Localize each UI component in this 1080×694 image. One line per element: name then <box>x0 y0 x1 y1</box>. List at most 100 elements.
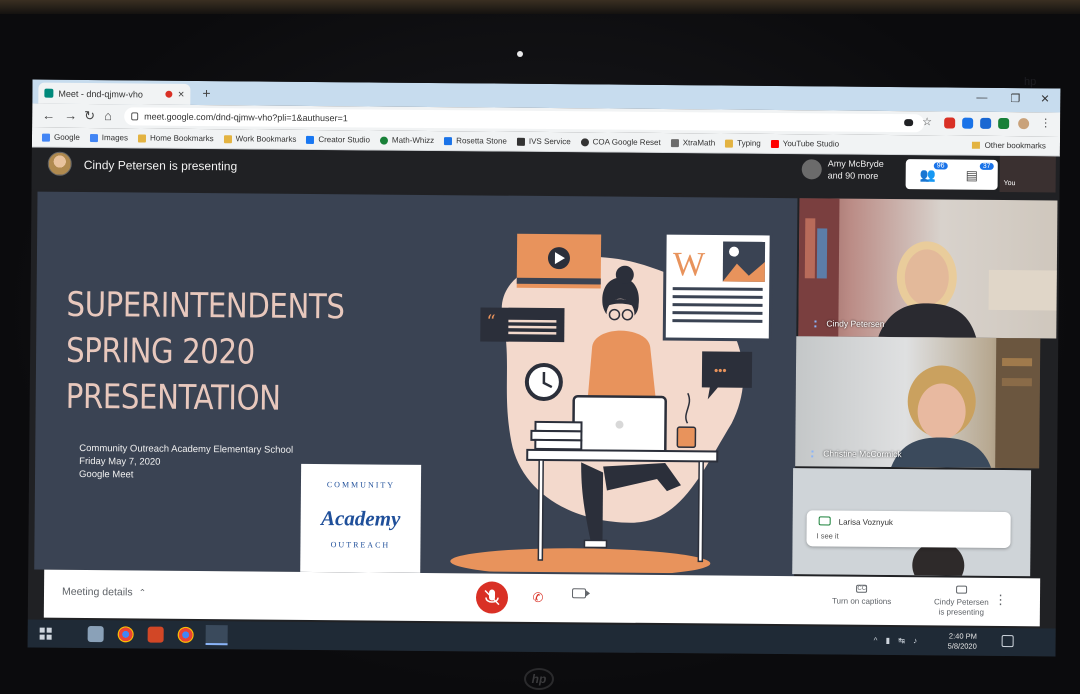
bookmark-ivs-service[interactable]: IVS Service <box>516 137 571 146</box>
floor-shadow <box>450 548 711 574</box>
svg-text:•••: ••• <box>714 363 727 377</box>
background-wall <box>0 0 1080 14</box>
forward-icon[interactable]: → <box>64 108 77 123</box>
profile-avatar-icon[interactable] <box>1018 118 1030 130</box>
google-icon <box>89 133 98 142</box>
bookmark-youtube-studio[interactable]: YouTube Studio <box>770 139 839 149</box>
bookmark-google[interactable]: Google <box>41 133 80 142</box>
back-icon[interactable]: ← <box>42 108 55 123</box>
captions-icon: CC <box>856 584 868 593</box>
window-close-icon[interactable]: ✕ <box>1040 92 1049 105</box>
notification-icon[interactable] <box>1001 635 1014 648</box>
svg-text:“: “ <box>486 311 495 332</box>
girl-legs <box>581 462 604 541</box>
presentation-slide: SUPERINTENDENTS SPRING 2020 PRESENTATION… <box>34 191 798 577</box>
powerpoint-icon[interactable] <box>147 626 164 643</box>
chat-icon[interactable]: ▤ <box>966 168 978 184</box>
extension-icon[interactable] <box>962 117 974 129</box>
present-icon <box>955 585 967 594</box>
chat-sender: Larisa Voznyuk <box>838 517 893 528</box>
captions-button[interactable]: CC Turn on captions <box>832 584 891 608</box>
meet-favicon-icon <box>44 88 54 98</box>
extension-icon[interactable] <box>980 117 992 129</box>
file-explorer-icon[interactable] <box>87 626 104 643</box>
bookmark-rosetta-stone[interactable]: Rosetta Stone <box>444 136 507 146</box>
audio-indicator-icon <box>811 449 818 457</box>
chrome-icon[interactable] <box>117 626 134 643</box>
camera-toggle-button[interactable] <box>571 588 587 599</box>
audio-indicator-icon <box>814 319 821 327</box>
lock-icon <box>131 112 139 121</box>
camera-indicator-icon[interactable] <box>904 119 914 127</box>
taskbar-clock[interactable]: 2:40 PM 5/8/2020 <box>948 632 977 652</box>
bookmark-work[interactable]: Work Bookmarks <box>223 134 296 144</box>
chat-count-badge: 37 <box>979 162 994 170</box>
system-tray-icons[interactable]: ^ ▮ ↹ ♪ <box>874 636 921 645</box>
article-letter: W <box>673 246 706 283</box>
participant-tile[interactable]: Cindy Petersen <box>798 198 1058 339</box>
meeting-details-button[interactable]: Meeting details ⌃ <box>62 586 146 599</box>
present-now-button[interactable]: Cindy Petersen is presenting <box>934 585 989 617</box>
mail-icon <box>516 137 525 146</box>
participant-tile[interactable]: Larisa Voznyuk I see it <box>792 468 1032 577</box>
tab-close-icon[interactable]: × <box>178 88 185 100</box>
stone-icon <box>444 136 453 145</box>
meet-header: Cindy Petersen is presenting Amy McBryde… <box>31 147 1060 199</box>
chat-notification[interactable]: Larisa Voznyuk I see it <box>806 510 1011 549</box>
other-bookmarks[interactable]: Other bookmarks <box>971 141 1046 150</box>
participant-name: Christine McCormick <box>811 448 902 459</box>
bookmark-images[interactable]: Images <box>89 133 128 142</box>
book-stack <box>534 420 583 433</box>
chat-message: I see it <box>816 531 839 541</box>
laptop-screen: Meet - dnd-qjmw-vho × + — ❐ ✕ ← → ↻ ⌂ me… <box>27 79 1061 657</box>
bookmark-coa-google-reset[interactable]: COA Google Reset <box>580 137 661 147</box>
webcam-light <box>517 51 523 57</box>
bookmark-home[interactable]: Home Bookmarks <box>137 133 214 143</box>
facebook-icon <box>306 135 315 144</box>
people-icon[interactable]: 👥 <box>920 167 936 183</box>
more-options-icon[interactable]: ⋮ <box>994 592 1007 608</box>
presenting-label: Cindy Petersen is presenting <box>83 157 238 174</box>
windows-start-icon[interactable] <box>39 627 52 640</box>
bookmark-xtramath[interactable]: XtraMath <box>670 138 715 147</box>
laptop-model-label: hp <box>1024 76 1037 88</box>
extension-icon[interactable] <box>944 117 956 129</box>
recording-dot-icon <box>164 90 172 98</box>
url-text: meet.google.com/dnd-qjmw-vho?pli=1&authu… <box>144 111 348 124</box>
participants-summary[interactable]: Amy McBryde and 90 more <box>828 157 884 181</box>
youtube-icon <box>770 139 779 148</box>
chat-bubble-icon <box>818 516 831 526</box>
slide-title: SUPERINTENDENTS SPRING 2020 PRESENTATION <box>65 284 345 419</box>
reload-icon[interactable]: ↻ <box>84 108 95 124</box>
bookmark-typing[interactable]: Typing <box>725 139 761 148</box>
restore-icon[interactable]: ❐ <box>1010 92 1020 105</box>
minimize-icon[interactable]: — <box>976 92 987 104</box>
folder-icon <box>725 139 734 148</box>
active-chrome-window-icon[interactable] <box>205 625 228 646</box>
school-logo: COMMUNITY Academy OUTREACH <box>300 463 422 573</box>
mic-off-icon <box>484 589 500 606</box>
mic-toggle-button[interactable] <box>475 581 509 614</box>
chevron-up-icon: ⌃ <box>138 587 147 598</box>
hang-up-button[interactable]: ✆ <box>526 586 550 610</box>
self-view-label: You <box>1003 180 1016 188</box>
participant-video <box>798 198 1057 338</box>
girl-shirt <box>587 330 656 399</box>
meet-controls-bar: Meeting details ⌃ ✆ CC Turn on captions C… <box>43 569 1041 627</box>
participant-tile[interactable]: Christine McCormick <box>795 336 1041 469</box>
bookmark-math-whizz[interactable]: Math-Whizz <box>379 136 434 145</box>
presenter-avatar <box>47 151 72 176</box>
bookmark-creator-studio[interactable]: Creator Studio <box>306 135 370 144</box>
browser-menu-icon[interactable]: ⋮ <box>1040 116 1051 129</box>
chrome-icon[interactable] <box>177 626 194 643</box>
coffee-mug <box>676 426 697 449</box>
extension-icon[interactable] <box>998 117 1010 130</box>
new-tab-button[interactable]: + <box>202 85 210 101</box>
people-count-badge: 96 <box>933 162 948 170</box>
browser-tab[interactable]: Meet - dnd-qjmw-vho × <box>38 82 191 105</box>
star-icon[interactable]: ☆ <box>922 115 932 128</box>
folder-icon <box>971 141 980 149</box>
home-icon[interactable]: ⌂ <box>104 108 112 123</box>
google-icon <box>41 133 51 142</box>
participant-name: Cindy Petersen <box>814 318 885 329</box>
